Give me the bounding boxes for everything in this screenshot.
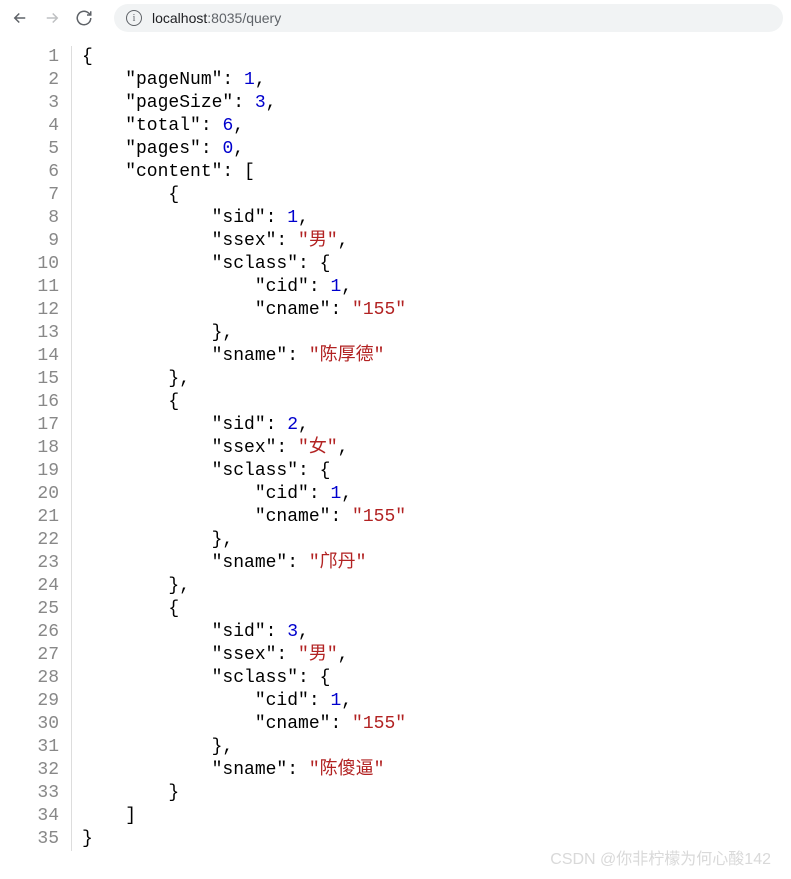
line-number: 34 <box>0 805 59 828</box>
code-line: }, <box>82 368 791 391</box>
code-line: "ssex": "女", <box>82 437 791 460</box>
url-text: localhost:8035/query <box>152 10 281 26</box>
code-line: "cid": 1, <box>82 690 791 713</box>
url-port: :8035 <box>207 10 242 26</box>
code-line: "content": [ <box>82 161 791 184</box>
line-number: 8 <box>0 207 59 230</box>
line-number: 14 <box>0 345 59 368</box>
code-line: "sclass": { <box>82 667 791 690</box>
line-number: 10 <box>0 253 59 276</box>
code-line: "ssex": "男", <box>82 644 791 667</box>
browser-toolbar: i localhost:8035/query <box>0 0 791 36</box>
line-number: 9 <box>0 230 59 253</box>
line-number: 35 <box>0 828 59 851</box>
line-number: 19 <box>0 460 59 483</box>
code-line: "pageSize": 3, <box>82 92 791 115</box>
line-number: 3 <box>0 92 59 115</box>
line-number: 16 <box>0 391 59 414</box>
line-number: 5 <box>0 138 59 161</box>
line-number: 29 <box>0 690 59 713</box>
code-line: ] <box>82 805 791 828</box>
back-button[interactable] <box>8 6 32 30</box>
code-line: "sname": "陈傻逼" <box>82 759 791 782</box>
line-number: 2 <box>0 69 59 92</box>
code-line: "sid": 3, <box>82 621 791 644</box>
line-number: 4 <box>0 115 59 138</box>
line-number: 25 <box>0 598 59 621</box>
address-bar[interactable]: i localhost:8035/query <box>114 4 783 32</box>
code-line: }, <box>82 529 791 552</box>
line-number: 26 <box>0 621 59 644</box>
page-content: 1234567891011121314151617181920212223242… <box>0 36 791 879</box>
site-info-icon[interactable]: i <box>126 10 142 26</box>
code-line: { <box>82 184 791 207</box>
line-number-gutter: 1234567891011121314151617181920212223242… <box>0 46 72 851</box>
code-line: "sclass": { <box>82 253 791 276</box>
code-line: }, <box>82 736 791 759</box>
line-number: 6 <box>0 161 59 184</box>
code-line: "sname": "陈厚德" <box>82 345 791 368</box>
line-number: 20 <box>0 483 59 506</box>
code-line: "sid": 2, <box>82 414 791 437</box>
line-number: 27 <box>0 644 59 667</box>
code-line: } <box>82 782 791 805</box>
line-number: 13 <box>0 322 59 345</box>
line-number: 21 <box>0 506 59 529</box>
line-number: 12 <box>0 299 59 322</box>
code-line: "cname": "155" <box>82 299 791 322</box>
code-line: }, <box>82 575 791 598</box>
line-number: 32 <box>0 759 59 782</box>
watermark-text: CSDN @你非柠檬为何心酸142 <box>550 845 771 869</box>
code-line: "cid": 1, <box>82 483 791 506</box>
code-line: { <box>82 46 791 69</box>
code-line: "ssex": "男", <box>82 230 791 253</box>
code-line: "cname": "155" <box>82 713 791 736</box>
line-number: 15 <box>0 368 59 391</box>
url-host: localhost <box>152 10 207 26</box>
line-number: 30 <box>0 713 59 736</box>
code-line: "pages": 0, <box>82 138 791 161</box>
json-viewer: 1234567891011121314151617181920212223242… <box>0 36 791 851</box>
line-number: 18 <box>0 437 59 460</box>
line-number: 22 <box>0 529 59 552</box>
line-number: 31 <box>0 736 59 759</box>
code-line: { <box>82 391 791 414</box>
code-line: "pageNum": 1, <box>82 69 791 92</box>
line-number: 28 <box>0 667 59 690</box>
code-line: }, <box>82 322 791 345</box>
code-line: "sclass": { <box>82 460 791 483</box>
line-number: 33 <box>0 782 59 805</box>
line-number: 7 <box>0 184 59 207</box>
line-number: 1 <box>0 46 59 69</box>
code-line: "sname": "邝丹" <box>82 552 791 575</box>
url-path: /query <box>242 10 281 26</box>
line-number: 23 <box>0 552 59 575</box>
reload-button[interactable] <box>72 6 96 30</box>
code-line: { <box>82 598 791 621</box>
json-code-body: { "pageNum": 1, "pageSize": 3, "total": … <box>72 46 791 851</box>
code-line: "sid": 1, <box>82 207 791 230</box>
line-number: 11 <box>0 276 59 299</box>
line-number: 24 <box>0 575 59 598</box>
forward-button <box>40 6 64 30</box>
code-line: "cid": 1, <box>82 276 791 299</box>
code-line: "total": 6, <box>82 115 791 138</box>
code-line: "cname": "155" <box>82 506 791 529</box>
line-number: 17 <box>0 414 59 437</box>
